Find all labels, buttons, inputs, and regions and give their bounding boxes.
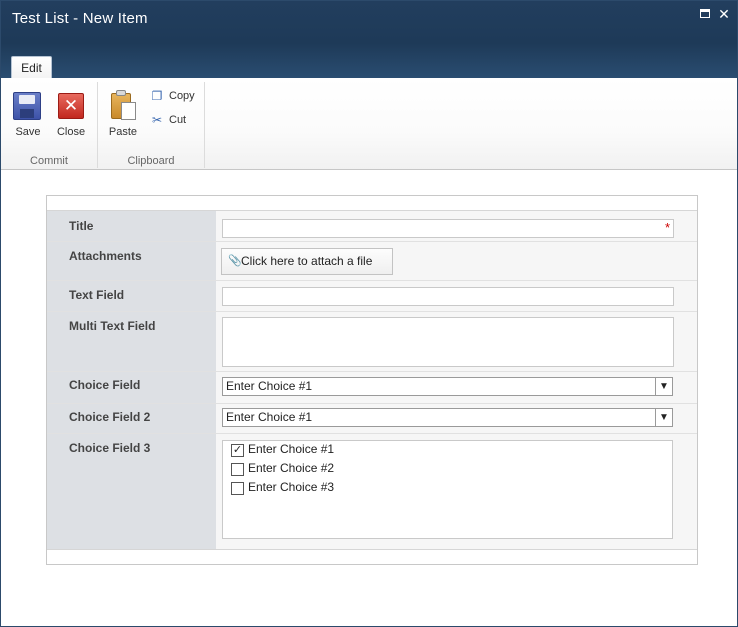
checkbox-checked[interactable]: ✓: [231, 444, 244, 457]
choice-field-3-label: Choice Field 3: [69, 441, 151, 455]
choice-field-select[interactable]: Enter Choice #1 ▼: [222, 377, 673, 396]
text-field-label: Text Field: [69, 288, 125, 302]
scissors-icon: ✂: [151, 113, 163, 127]
required-indicator: *: [664, 220, 670, 235]
paste-label: Paste: [108, 126, 138, 138]
row-divider: [47, 280, 697, 281]
cut-label: Cut: [169, 114, 187, 126]
maximize-icon: [700, 9, 710, 18]
copy-label: Copy: [169, 90, 195, 102]
row-divider: [47, 433, 697, 434]
checkbox-label: Enter Choice #1: [248, 442, 335, 456]
dialog-window: Test List - New Item ✕ Edit Save ✕ Close…: [0, 0, 738, 627]
ribbon-group-commit: Save ✕ Close Commit: [1, 82, 98, 168]
choice-field-2-select[interactable]: Enter Choice #1 ▼: [222, 408, 673, 427]
text-field-input[interactable]: [222, 287, 674, 306]
checkbox-unchecked[interactable]: [231, 482, 244, 495]
row-divider: [47, 371, 697, 372]
attach-file-label: Click here to attach a file: [241, 254, 373, 268]
save-label: Save: [15, 126, 41, 138]
close-label: Close: [56, 126, 86, 138]
row-divider: [47, 403, 697, 404]
close-button[interactable]: ✕ Close: [51, 88, 91, 138]
paste-icon: [111, 90, 137, 122]
form-container: Title * Attachments 📎 Click here to atta…: [46, 195, 698, 565]
attachments-label: Attachments: [69, 249, 142, 263]
copy-icon: ❐: [151, 89, 163, 103]
choice-field-value: Enter Choice #1: [226, 379, 313, 393]
paperclip-icon: 📎: [228, 255, 242, 267]
checkbox-label: Enter Choice #2: [248, 461, 335, 475]
row-divider: [47, 311, 697, 312]
chevron-down-icon[interactable]: ▼: [655, 378, 672, 395]
attach-file-button[interactable]: 📎 Click here to attach a file: [221, 248, 393, 275]
multi-text-field-input[interactable]: [222, 317, 674, 367]
save-button[interactable]: Save: [8, 88, 48, 138]
choice-field-label: Choice Field: [69, 378, 141, 392]
close-window-button[interactable]: ✕: [717, 7, 731, 21]
cut-button[interactable]: ✂ Cut: [149, 111, 201, 129]
ribbon: Save ✕ Close Commit Paste ❐ Copy ✂ Cut C…: [1, 78, 737, 170]
multi-text-field-label: Multi Text Field: [69, 319, 156, 333]
save-icon: [13, 92, 41, 120]
copy-button[interactable]: ❐ Copy: [149, 87, 201, 105]
choice-field-3-checklist: ✓ Enter Choice #1 Enter Choice #2 Enter …: [222, 440, 673, 539]
checkbox-unchecked[interactable]: [231, 463, 244, 476]
choice-field-2-value: Enter Choice #1: [226, 410, 313, 424]
window-title: Test List - New Item: [12, 10, 148, 27]
choice-field-2-label: Choice Field 2: [69, 410, 151, 424]
paste-button[interactable]: Paste: [103, 88, 143, 138]
form-table: Title * Attachments 📎 Click here to atta…: [47, 210, 697, 550]
title-label: Title: [69, 219, 94, 233]
title-input[interactable]: *: [222, 219, 674, 238]
title-bar: Test List - New Item ✕: [1, 1, 737, 78]
checkbox-label: Enter Choice #3: [248, 480, 335, 494]
maximize-button[interactable]: [698, 7, 712, 21]
chevron-down-icon[interactable]: ▼: [655, 409, 672, 426]
close-icon: ✕: [58, 93, 84, 119]
tab-edit[interactable]: Edit: [11, 56, 52, 79]
group-label-clipboard: Clipboard: [127, 155, 175, 167]
ribbon-group-clipboard: Paste ❐ Copy ✂ Cut Clipboard: [98, 82, 205, 168]
row-divider: [47, 241, 697, 242]
group-label-commit: Commit: [30, 155, 68, 167]
